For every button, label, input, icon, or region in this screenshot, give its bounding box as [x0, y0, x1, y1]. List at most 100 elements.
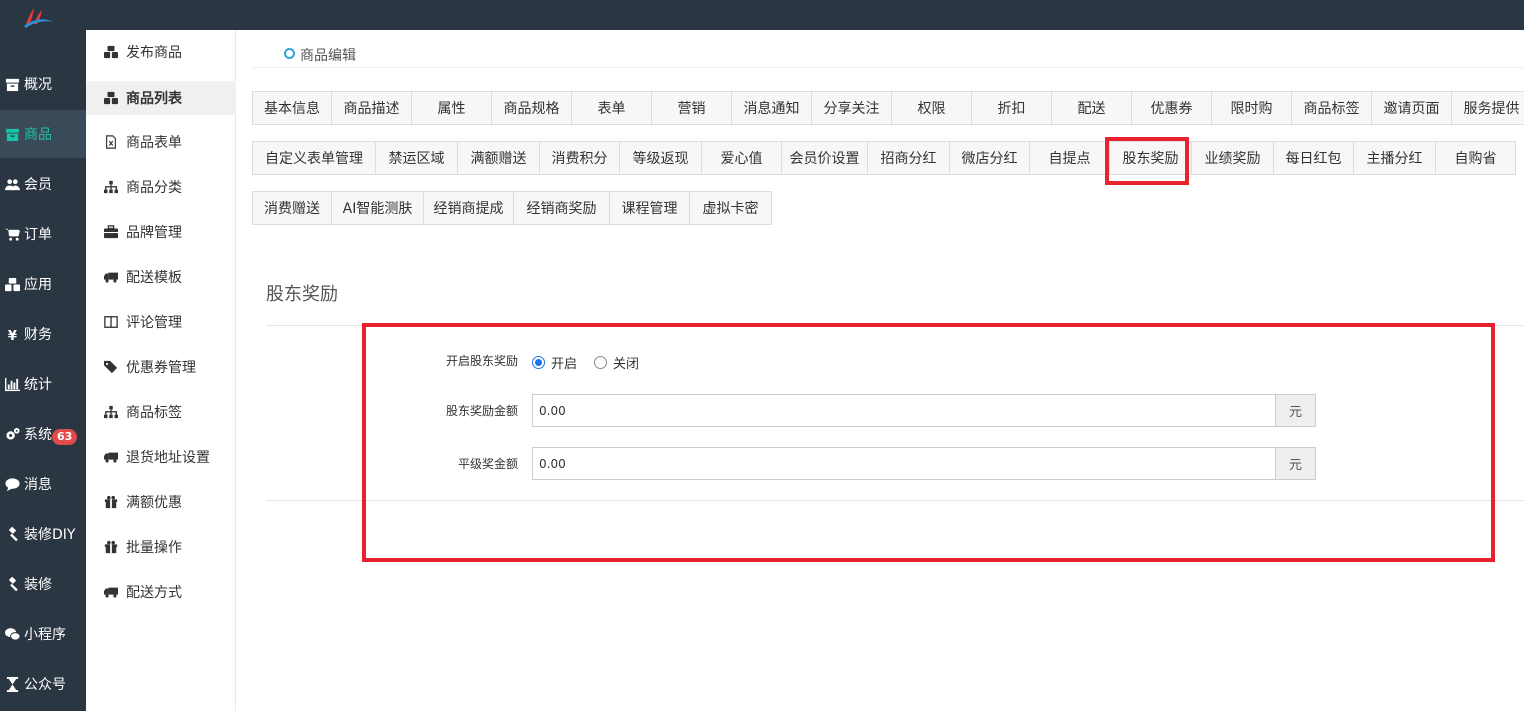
nav-item-label: 商品	[24, 127, 52, 143]
tab-row2-3[interactable]: 消费积分	[540, 141, 620, 175]
nav-item-label: 应用	[24, 277, 52, 293]
tab-row2-4[interactable]: 等级返现	[620, 141, 702, 175]
nav-item-label: 小程序	[24, 627, 66, 643]
nav-item-12[interactable]: 公众号	[0, 660, 86, 708]
tab-row1-9[interactable]: 折扣	[972, 91, 1052, 125]
gavel-icon	[2, 576, 22, 592]
tab-row1-15[interactable]: 服务提供	[1452, 91, 1524, 125]
nav-item-9[interactable]: 装修DIY	[0, 510, 86, 558]
tab-row1-1[interactable]: 商品描述	[332, 91, 412, 125]
cubes-icon	[2, 276, 22, 292]
subnav-item-6[interactable]: 评论管理	[86, 305, 236, 339]
subnav-item-3[interactable]: 商品分类	[86, 170, 236, 204]
gift-icon	[102, 495, 120, 509]
tab-row-3: 消费赠送 AI智能测肤 经销商提成 经销商奖励 课程管理 虚拟卡密	[252, 191, 772, 225]
tab-row1-8[interactable]: 权限	[892, 91, 972, 125]
tab-row2-1[interactable]: 禁运区域	[376, 141, 458, 175]
tab-row2-2[interactable]: 满额赠送	[458, 141, 540, 175]
tab-row1-0[interactable]: 基本信息	[252, 91, 332, 125]
sitemap-icon	[102, 180, 120, 194]
subnav-item-5[interactable]: 配送模板	[86, 260, 236, 294]
nav-item-label: 装修DIY	[24, 527, 76, 543]
comment-icon	[2, 476, 22, 492]
subnav-item-12[interactable]: 配送方式	[86, 575, 236, 609]
tab-row3-5[interactable]: 虚拟卡密	[690, 191, 772, 225]
nav-item-label: 财务	[24, 327, 52, 343]
tab-row1-4[interactable]: 表单	[572, 91, 652, 125]
bar-chart-icon	[2, 376, 22, 392]
tab-row2-9[interactable]: 自提点	[1030, 141, 1110, 175]
logo[interactable]	[22, 4, 56, 28]
gavel-icon	[2, 526, 22, 542]
nav-item-label: 订单	[24, 227, 52, 243]
nav-item-5[interactable]: ¥ 财务	[0, 310, 86, 358]
tab-row1-6[interactable]: 消息通知	[732, 91, 812, 125]
tab-row2-11[interactable]: 业绩奖励	[1192, 141, 1274, 175]
nav-item-label: 装修	[24, 577, 52, 593]
nav-item-0[interactable]: 概况	[0, 60, 86, 108]
subnav-item-label: 退货地址设置	[126, 450, 210, 466]
tab-row1-5[interactable]: 营销	[652, 91, 732, 125]
tab-row3-0[interactable]: 消费赠送	[252, 191, 332, 225]
tab-row2-0[interactable]: 自定义表单管理	[252, 141, 376, 175]
gift-icon	[102, 540, 120, 554]
subnav-item-label: 商品表单	[126, 135, 182, 151]
nav-item-4[interactable]: 应用	[0, 260, 86, 308]
nav-item-10[interactable]: 装修	[0, 560, 86, 608]
subnav-item-10[interactable]: 满额优惠	[86, 485, 236, 519]
message-count-badge: 63	[52, 429, 78, 445]
tab-row3-1[interactable]: AI智能测肤	[332, 191, 424, 225]
tab-row3-3[interactable]: 经销商奖励	[514, 191, 610, 225]
subnav-item-1[interactable]: 商品列表	[86, 81, 236, 115]
subnav-item-7[interactable]: 优惠券管理	[86, 350, 236, 384]
truck-icon	[102, 585, 120, 599]
tab-row2-13[interactable]: 主播分红	[1354, 141, 1436, 175]
hourglass-icon	[2, 676, 22, 692]
subnav-item-4[interactable]: 品牌管理	[86, 215, 236, 249]
tab-row2-7[interactable]: 招商分红	[868, 141, 950, 175]
subnav-item-9[interactable]: 退货地址设置	[86, 440, 236, 474]
nav-item-3[interactable]: 订单	[0, 210, 86, 258]
tab-row3-4[interactable]: 课程管理	[610, 191, 690, 225]
subnav-item-8[interactable]: 商品标签	[86, 395, 236, 429]
subnav-item-11[interactable]: 批量操作	[86, 530, 236, 564]
subnav-item-0[interactable]: 发布商品	[86, 35, 236, 69]
tab-row2-14[interactable]: 自购省	[1436, 141, 1516, 175]
nav-item-2[interactable]: 会员	[0, 160, 86, 208]
sitemap-icon	[102, 405, 120, 419]
subnav-item-label: 配送模板	[126, 270, 182, 286]
nav-item-11[interactable]: 小程序	[0, 610, 86, 658]
tab-row1-3[interactable]: 商品规格	[492, 91, 572, 125]
subnav-item-label: 商品分类	[126, 180, 182, 196]
tab-row1-2[interactable]: 属性	[412, 91, 492, 125]
nav-item-label: 系统	[24, 427, 52, 443]
tab-row2-6[interactable]: 会员价设置	[782, 141, 868, 175]
tab-row1-12[interactable]: 限时购	[1212, 91, 1292, 125]
tab-row3-2[interactable]: 经销商提成	[424, 191, 514, 225]
cubes-icon	[102, 45, 120, 59]
subnav-item-label: 优惠券管理	[126, 360, 196, 376]
tags-icon	[102, 360, 120, 374]
tab-row2-12[interactable]: 每日红包	[1274, 141, 1354, 175]
archive-icon	[2, 76, 22, 92]
subnav-item-label: 发布商品	[126, 45, 182, 61]
tab-row2-8[interactable]: 微店分红	[950, 141, 1030, 175]
tab-row1-13[interactable]: 商品标签	[1292, 91, 1372, 125]
subnav-item-label: 商品列表	[126, 91, 182, 107]
tab-row2-5[interactable]: 爱心值	[702, 141, 782, 175]
sub-nav: 发布商品商品列表商品表单商品分类品牌管理配送模板评论管理优惠券管理商品标签退货地…	[86, 30, 236, 711]
subnav-item-label: 商品标签	[126, 405, 182, 421]
tab-row1-14[interactable]: 邀请页面	[1372, 91, 1452, 125]
nav-item-6[interactable]: 统计	[0, 360, 86, 408]
nav-item-8[interactable]: 消息	[0, 460, 86, 508]
nav-item-label: 会员	[24, 177, 52, 193]
columns-icon	[102, 315, 120, 329]
subnav-item-2[interactable]: 商品表单	[86, 125, 236, 159]
tab-row1-11[interactable]: 优惠券	[1132, 91, 1212, 125]
users-icon	[2, 176, 22, 192]
nav-item-1[interactable]: 商品	[0, 110, 86, 158]
cart-icon	[2, 226, 22, 242]
tab-row1-7[interactable]: 分享关注	[812, 91, 892, 125]
tab-row1-10[interactable]: 配送	[1052, 91, 1132, 125]
tab-row-1: 基本信息 商品描述 属性 商品规格 表单 营销 消息通知 分享关注 权限 折扣 配送 优惠券 限时购 商品…	[252, 91, 1524, 125]
